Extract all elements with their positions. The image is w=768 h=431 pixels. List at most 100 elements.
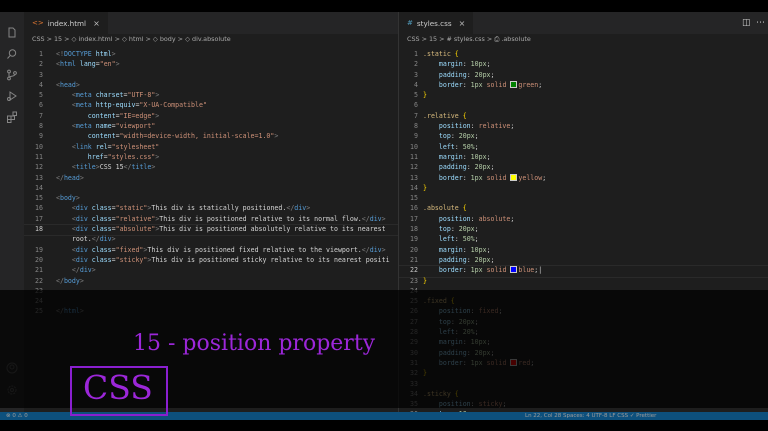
extensions-icon[interactable] <box>6 111 18 123</box>
line-number: 7 <box>414 111 418 120</box>
close-icon[interactable]: × <box>459 19 466 28</box>
line-number: 10 <box>35 142 43 151</box>
code-text: border: 1px solid yellow; <box>438 173 547 182</box>
code-line[interactable]: 22 border: 1px solid blue;| <box>399 265 768 278</box>
line-number: 16 <box>410 204 418 213</box>
line-number: 9 <box>414 132 418 141</box>
line-number: 3 <box>39 70 43 79</box>
line-number: 22 <box>410 266 418 275</box>
code-line[interactable]: 13 border: 1px solid yellow; <box>399 173 768 183</box>
code-line[interactable]: 8 <meta name="viewport" <box>24 121 398 131</box>
close-icon[interactable]: × <box>93 19 100 28</box>
line-number: 5 <box>39 91 43 100</box>
line-number: 1 <box>414 50 418 58</box>
code-line[interactable]: 11 margin: 10px; <box>399 152 768 162</box>
code-text: <link rel="stylesheet" <box>71 142 160 151</box>
search-icon[interactable] <box>6 48 18 60</box>
code-text: <head> <box>56 80 80 89</box>
breadcrumb[interactable]: CSS > 15 > # styles.css > ⎙ .absolute <box>407 35 531 46</box>
color-swatch[interactable] <box>510 266 518 274</box>
code-line[interactable]: 20 margin: 10px; <box>399 245 768 255</box>
code-line[interactable]: 23} <box>399 276 768 286</box>
code-line[interactable]: 15 <body> <box>24 193 398 203</box>
tab-index-html[interactable]: <> index.html × <box>24 12 108 34</box>
code-line[interactable]: 7 content="IE=edge"> <box>24 111 398 121</box>
code-line[interactable]: 21 padding: 20px; <box>399 255 768 265</box>
source-control-icon[interactable] <box>6 69 18 81</box>
problems-status[interactable]: ⊗ 0 ⚠ 0 <box>6 412 28 420</box>
code-line[interactable]: 7 .relative { <box>399 111 768 121</box>
code-line[interactable]: 11 href="styles.css"> <box>24 152 398 162</box>
code-line[interactable]: 13 </head> <box>24 173 398 183</box>
code-text: border: 1px solid green; <box>438 80 543 89</box>
code-line[interactable]: 2 margin: 10px; <box>399 59 768 69</box>
code-line[interactable]: 16 .absolute { <box>399 203 768 213</box>
code-text: <div class="static">This div is statical… <box>71 204 311 213</box>
code-text: </div> <box>71 266 96 275</box>
line-number: 22 <box>35 276 43 285</box>
code-line[interactable]: 22 </body> <box>24 276 398 286</box>
code-line[interactable]: 1 .static { <box>399 49 768 59</box>
line-number: 17 <box>35 214 43 223</box>
code-line[interactable]: 6 <meta http-equiv="X-UA-Compatible" <box>24 100 398 110</box>
code-text: } <box>423 276 427 285</box>
code-line[interactable]: 17 position: absolute; <box>399 214 768 224</box>
code-line[interactable]: 8 position: relative; <box>399 121 768 131</box>
cursor-status[interactable]: Ln 22, Col 28 Spaces: 4 UTF-8 LF CSS ✓ P… <box>525 412 656 420</box>
code-line[interactable]: 17 <div class="relative">This div is pos… <box>24 214 398 224</box>
code-text: .relative { <box>423 111 467 120</box>
code-line[interactable]: 3 <box>24 70 398 80</box>
line-number: 6 <box>414 101 418 110</box>
color-swatch[interactable] <box>510 173 518 181</box>
code-line[interactable]: 9 content="width=device-width, initial-s… <box>24 131 398 141</box>
code-line[interactable]: 20 <div class="sticky">This div is posit… <box>24 255 398 265</box>
code-text: <div class="fixed">This div is positione… <box>71 245 386 254</box>
css-file-icon: # <box>407 19 413 27</box>
code-text: </body> <box>56 276 84 285</box>
line-number: 9 <box>39 132 43 141</box>
code-line[interactable]: 19 <div class="fixed">This div is positi… <box>24 245 398 255</box>
code-line[interactable]: 10 <link rel="stylesheet" <box>24 142 398 152</box>
code-text: .absolute { <box>423 204 467 213</box>
line-number: 11 <box>35 152 43 161</box>
code-line[interactable]: 21 </div> <box>24 265 398 275</box>
code-text: root.</div> <box>56 235 116 244</box>
code-line[interactable]: 6 <box>399 100 768 110</box>
line-number: 2 <box>414 60 418 69</box>
code-line[interactable]: root.</div> <box>24 234 398 244</box>
run-debug-icon[interactable] <box>6 90 18 102</box>
code-line[interactable]: 18 <div class="absolute">This div is pos… <box>24 224 398 237</box>
code-line[interactable]: 12 padding: 20px; <box>399 162 768 172</box>
code-line[interactable]: 4 <head> <box>24 80 398 90</box>
code-line[interactable]: 15 <box>399 193 768 203</box>
video-title: 15 - position property <box>133 331 376 356</box>
code-line[interactable]: 2 <html lang="en"> <box>24 59 398 69</box>
line-number: 8 <box>414 122 418 131</box>
code-line[interactable]: 18 top: 20px; <box>399 224 768 234</box>
breadcrumb[interactable]: CSS > 15 > ◇ index.html > ◇ html > ◇ bod… <box>32 35 231 46</box>
code-line[interactable]: 16 <div class="static">This div is stati… <box>24 203 398 213</box>
code-line[interactable]: 3 padding: 20px; <box>399 70 768 80</box>
code-line[interactable]: 9 top: 20px; <box>399 131 768 141</box>
code-line[interactable]: 4 border: 1px solid green; <box>399 80 768 90</box>
code-editor[interactable]: 1 <!DOCTYPE html> 2 <html lang="en"> 3 4 <head… <box>24 49 398 317</box>
code-line[interactable]: 12 <title>CSS 15</title> <box>24 162 398 172</box>
code-text: <title>CSS 15</title> <box>71 163 156 172</box>
code-line[interactable]: 5 <meta charset="UTF-8"> <box>24 90 398 100</box>
color-swatch[interactable] <box>510 80 518 88</box>
line-number: 19 <box>35 245 43 254</box>
line-number: 17 <box>410 214 418 223</box>
layout-icon[interactable]: ⋯ <box>756 18 765 28</box>
line-number: 20 <box>410 245 418 254</box>
tab-styles-css[interactable]: # styles.css × <box>399 12 474 34</box>
files-icon[interactable] <box>6 27 18 39</box>
code-line[interactable]: 1 <!DOCTYPE html> <box>24 49 398 59</box>
split-editor-icon[interactable]: ◫ <box>742 18 751 28</box>
code-line[interactable]: 5} <box>399 90 768 100</box>
code-line[interactable]: 19 left: 50%; <box>399 234 768 244</box>
code-line[interactable]: 14} <box>399 183 768 193</box>
line-number: 5 <box>414 91 418 100</box>
code-line[interactable]: 14 <box>24 183 398 193</box>
code-text: padding: 20px; <box>438 163 495 172</box>
code-line[interactable]: 10 left: 50%; <box>399 142 768 152</box>
